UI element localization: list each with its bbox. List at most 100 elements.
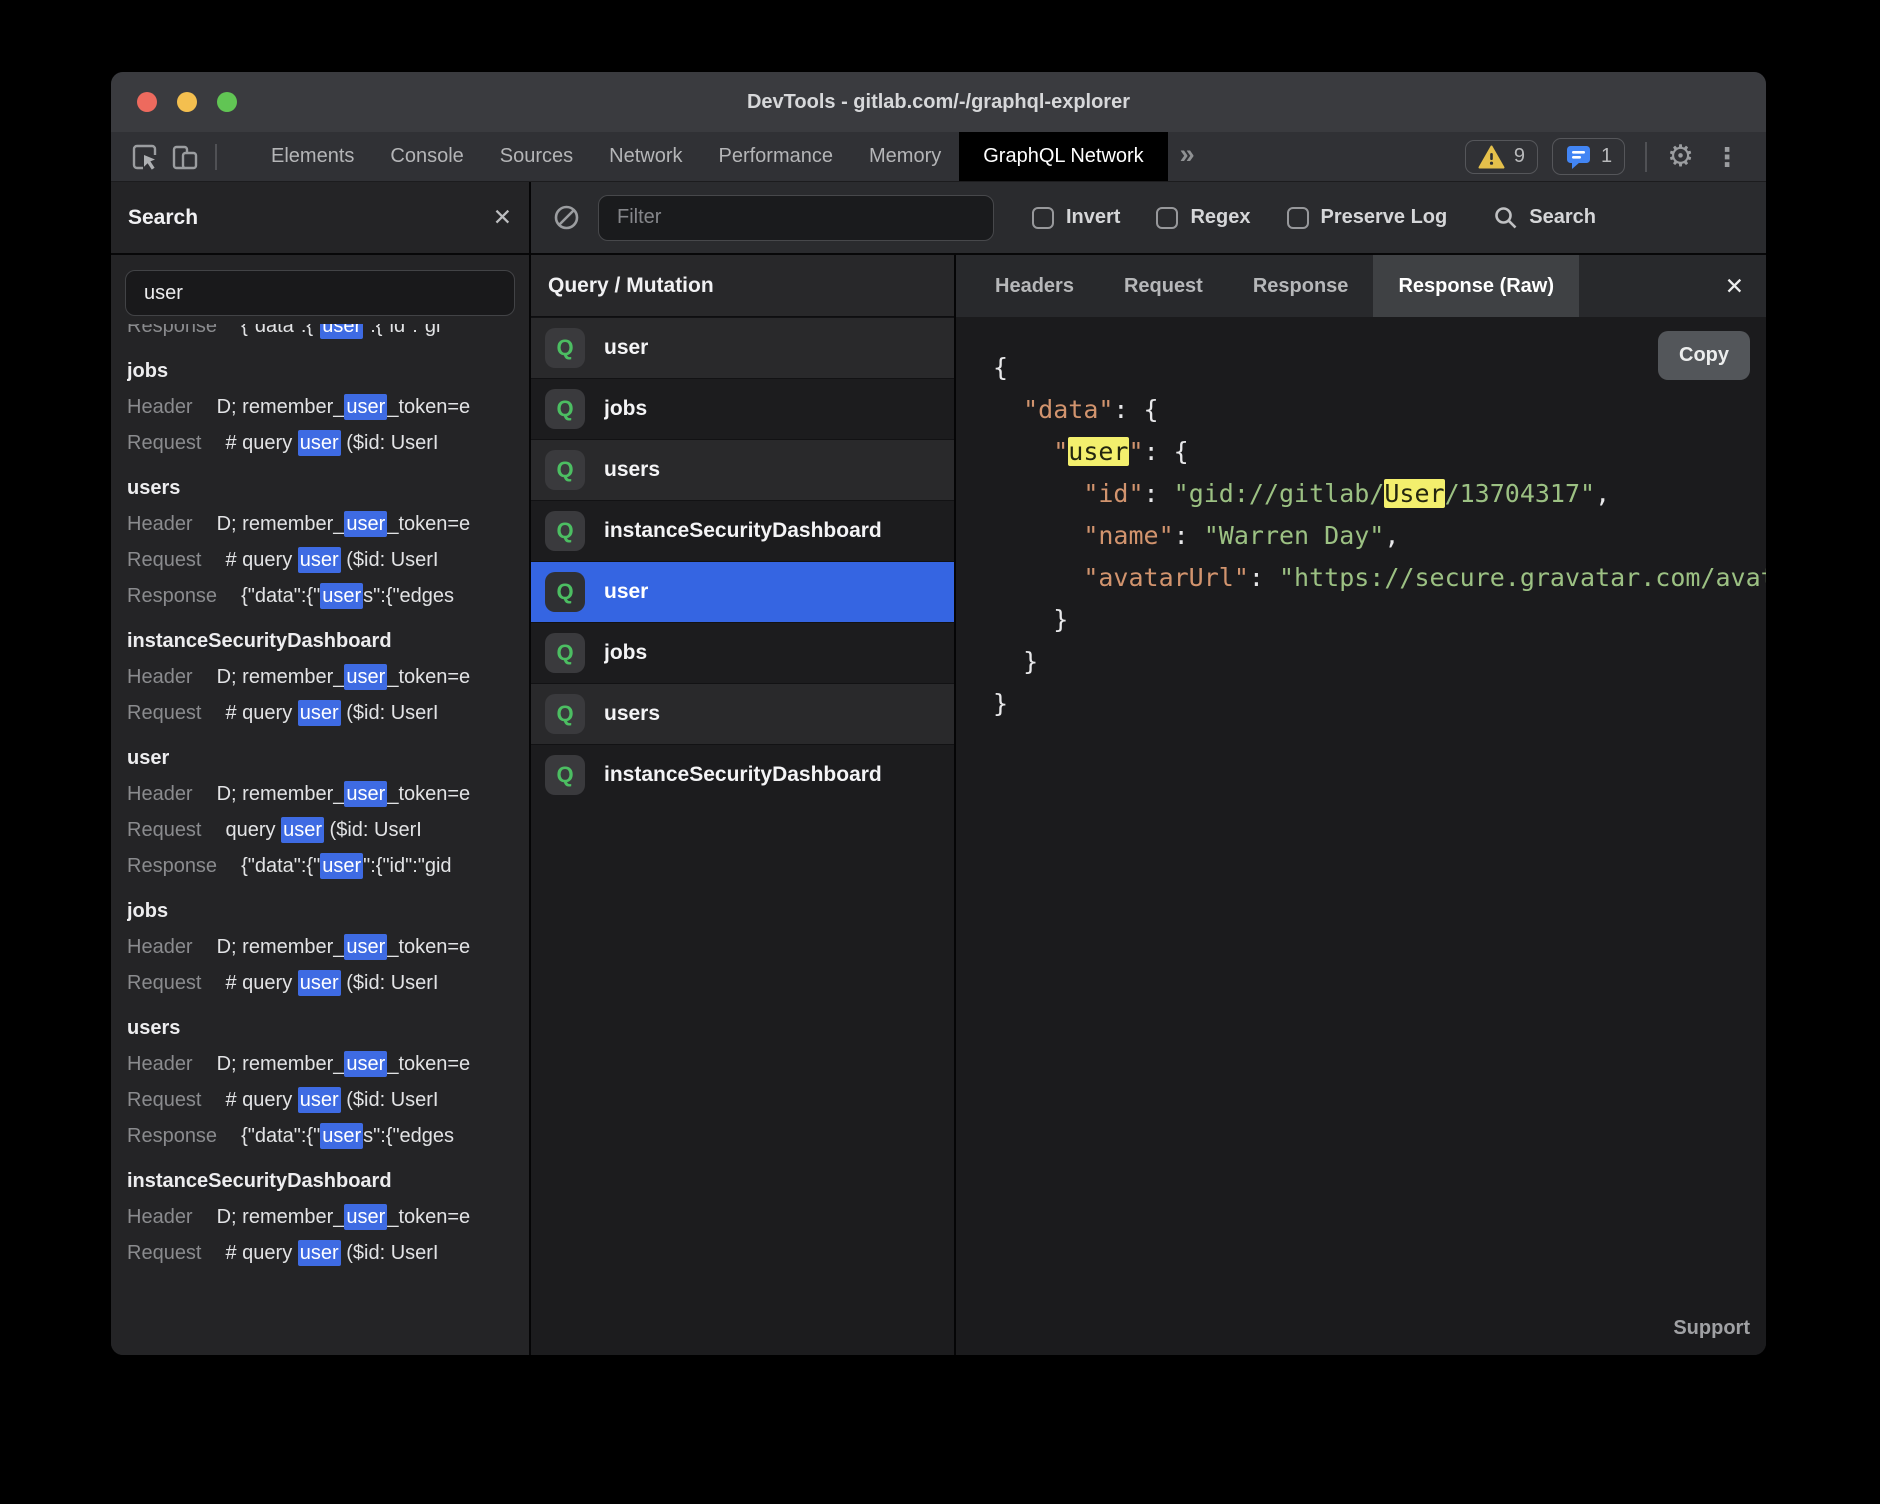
highlighted-match: user [281, 817, 324, 843]
result-line-label: Request [127, 972, 202, 994]
checkbox-label: Invert [1066, 206, 1120, 229]
query-row-jobs[interactable]: Qjobs [531, 378, 954, 439]
query-row-users[interactable]: Qusers [531, 439, 954, 500]
result-text: {"data":{" [241, 1125, 320, 1147]
result-line-label: Request [127, 1242, 202, 1264]
search-result-line[interactable]: HeaderD; remember_user_token=e [127, 929, 513, 965]
devtools-toolbar: ElementsConsoleSourcesNetworkPerformance… [111, 132, 1766, 182]
tab-response[interactable]: Response [1228, 255, 1374, 317]
highlighted-match: user [298, 430, 341, 456]
result-text: _token=e [387, 936, 470, 958]
clear-icon[interactable] [553, 204, 580, 231]
search-result-line[interactable]: HeaderD; remember_user_token=e [127, 1046, 513, 1082]
search-result-line[interactable]: HeaderD; remember_user_token=e [127, 506, 513, 542]
warning-icon [1478, 145, 1505, 169]
close-search-icon[interactable]: ✕ [493, 204, 512, 231]
device-toolbar-icon[interactable] [165, 137, 205, 177]
json-token [993, 479, 1083, 508]
search-result-line[interactable]: Request# query user ($id: UserI [127, 425, 513, 461]
search-result-line[interactable]: HeaderD; remember_user_token=e [127, 1199, 513, 1235]
query-type-icon: Q [545, 755, 585, 795]
search-result-line[interactable]: Request# query user ($id: UserI [127, 1235, 513, 1271]
result-text: D; remember_ [217, 1053, 345, 1075]
checkbox-preserve-log[interactable]: Preserve Log [1287, 206, 1448, 229]
query-type-icon: Q [545, 694, 585, 734]
close-detail-icon[interactable]: ✕ [1703, 273, 1766, 300]
checkbox-box[interactable] [1032, 207, 1054, 229]
json-line: "name": "Warren Day", [993, 515, 1766, 557]
result-text: ($id: UserI [341, 549, 439, 571]
search-result-line[interactable]: HeaderD; remember_user_token=e [127, 776, 513, 812]
devtools-window: DevTools - gitlab.com/-/graphql-explorer… [111, 72, 1766, 1355]
search-result-line[interactable]: Request# query user ($id: UserI [127, 965, 513, 1001]
tab-network[interactable]: Network [591, 132, 700, 181]
search-panel-title: Search [128, 206, 198, 230]
search-group-title: user [127, 740, 513, 776]
tab-elements[interactable]: Elements [253, 132, 372, 181]
json-token: { [993, 353, 1008, 382]
search-result-line[interactable]: HeaderD; remember_user_token=e [127, 389, 513, 425]
tab-headers[interactable]: Headers [970, 255, 1099, 317]
json-token: " [1129, 437, 1144, 466]
inspect-icon[interactable] [125, 137, 165, 177]
search-result-line[interactable]: Response{"data":{"users":{"edges [127, 1118, 513, 1154]
search-result-line[interactable]: Response{"data":{"user":{"id":"gi [127, 324, 513, 344]
checkbox-box[interactable] [1287, 207, 1309, 229]
query-row-jobs[interactable]: Qjobs [531, 622, 954, 683]
tab-response-raw[interactable]: Response (Raw) [1373, 255, 1579, 317]
result-line-label: Request [127, 549, 202, 571]
json-code: { "data": { "user": { "id": "gid://gitla… [993, 347, 1766, 725]
checkbox-invert[interactable]: Invert [1032, 206, 1120, 229]
response-tab-bar: HeadersRequestResponseResponse (Raw) ✕ [956, 255, 1766, 317]
warnings-badge[interactable]: 9 [1465, 140, 1538, 174]
search-result-line[interactable]: Response{"data":{"user":{"id":"gid [127, 848, 513, 884]
search-results: Response{"data":{"user":{"id":"gijobsHea… [111, 324, 529, 1355]
search-icon [1493, 205, 1518, 230]
query-mutation-panel: Query / Mutation QuserQjobsQusersQinstan… [531, 255, 956, 1355]
json-token: "gid://gitlab/ [1174, 479, 1385, 508]
filter-input[interactable] [598, 195, 994, 241]
tab-graphql-network[interactable]: GraphQL Network [959, 132, 1167, 181]
search-result-line[interactable]: Request# query user ($id: UserI [127, 1082, 513, 1118]
query-row-user[interactable]: Quser [531, 317, 954, 378]
highlighted-match: user [320, 583, 363, 609]
copy-button[interactable]: Copy [1658, 331, 1750, 380]
tab-console[interactable]: Console [372, 132, 481, 181]
tab-performance[interactable]: Performance [701, 132, 852, 181]
query-row-instancesecuritydashboard[interactable]: QinstanceSecurityDashboard [531, 500, 954, 561]
result-text: # query [226, 702, 298, 724]
result-line-label: Header [127, 396, 193, 418]
kebab-menu-icon[interactable]: ⋮ [1708, 144, 1746, 170]
query-row-label: jobs [604, 397, 647, 421]
checkbox-regex[interactable]: Regex [1156, 206, 1250, 229]
query-row-users[interactable]: Qusers [531, 683, 954, 744]
query-type-icon: Q [545, 511, 585, 551]
tab-memory[interactable]: Memory [851, 132, 959, 181]
query-row-user[interactable]: Quser [531, 561, 954, 622]
query-row-label: instanceSecurityDashboard [604, 519, 882, 543]
json-token: } [993, 647, 1038, 676]
toolbar-separator [215, 144, 217, 170]
search-toggle[interactable]: Search [1493, 205, 1596, 230]
query-row-instancesecuritydashboard[interactable]: QinstanceSecurityDashboard [531, 744, 954, 805]
search-result-line[interactable]: HeaderD; remember_user_token=e [127, 659, 513, 695]
support-link[interactable]: Support [1673, 1317, 1750, 1340]
query-list-header: Query / Mutation [531, 255, 954, 317]
search-input[interactable] [125, 270, 515, 316]
search-result-line[interactable]: Request# query user ($id: UserI [127, 695, 513, 731]
tab-request[interactable]: Request [1099, 255, 1228, 317]
json-token: /13704317" [1445, 479, 1596, 508]
result-text: s":{"edges [363, 1125, 454, 1147]
json-token: : [1144, 479, 1174, 508]
highlighted-match: user [344, 934, 387, 960]
search-result-line[interactable]: Request# query user ($id: UserI [127, 542, 513, 578]
messages-badge[interactable]: 1 [1552, 138, 1625, 175]
checkbox-box[interactable] [1156, 207, 1178, 229]
more-tabs-icon[interactable]: » [1180, 139, 1195, 170]
search-result-line[interactable]: Requestquery user ($id: UserI [127, 812, 513, 848]
search-result-line[interactable]: Response{"data":{"users":{"edges [127, 578, 513, 614]
query-list: QuserQjobsQusersQinstanceSecurityDashboa… [531, 317, 954, 1355]
tab-sources[interactable]: Sources [482, 132, 591, 181]
network-filter-bar: Invert Regex Preserve Log Search [531, 182, 1766, 255]
settings-gear-icon[interactable]: ⚙ [1667, 142, 1694, 172]
